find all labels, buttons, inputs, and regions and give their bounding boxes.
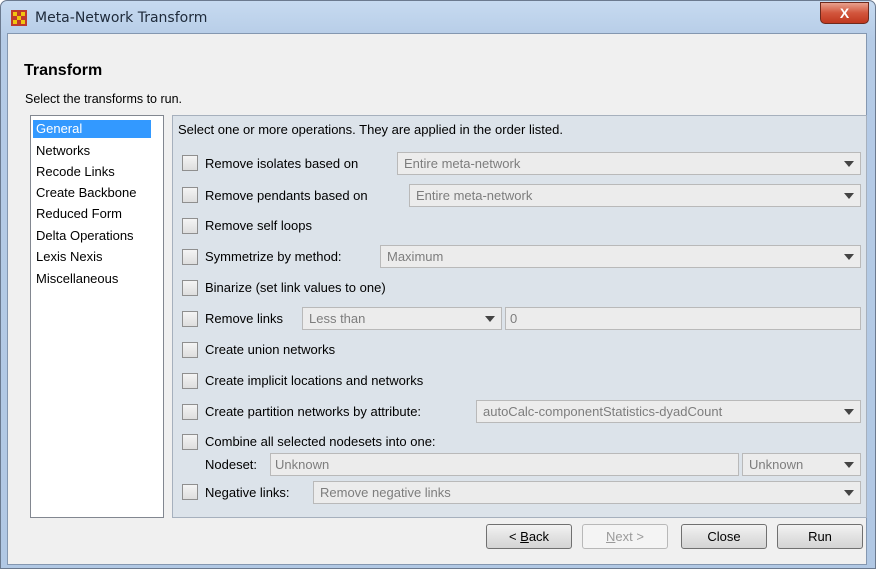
create-partition-label: Create partition networks by attribute:: [205, 404, 422, 419]
chevron-down-icon: [844, 409, 854, 415]
panel-instructions: Select one or more operations. They are …: [178, 122, 563, 137]
app-grid-icon: [11, 10, 27, 26]
back-button-mnemonic: B: [520, 529, 529, 544]
sidebar-item-recode-links[interactable]: Recode Links: [33, 163, 118, 181]
chevron-down-icon: [844, 462, 854, 468]
partition-attribute-value: autoCalc-componentStatistics-dyadCount: [483, 404, 723, 419]
sidebar-item-create-backbone[interactable]: Create Backbone: [33, 184, 139, 202]
next-button-mnemonic: N: [606, 529, 616, 544]
remove-self-loops-label: Remove self loops: [205, 218, 312, 233]
nodeset-type-value: Unknown: [749, 457, 804, 472]
remove-links-checkbox[interactable]: [182, 311, 198, 327]
nodeset-type-select[interactable]: Unknown: [742, 453, 861, 476]
sidebar-item-miscellaneous[interactable]: Miscellaneous: [33, 270, 121, 288]
next-button[interactable]: Next >: [582, 524, 668, 549]
combine-nodesets-checkbox[interactable]: [182, 434, 198, 450]
remove-links-threshold-input[interactable]: 0: [505, 307, 861, 330]
binarize-label: Binarize (set link values to one): [205, 280, 386, 295]
close-icon: X: [839, 5, 850, 21]
chevron-down-icon: [844, 490, 854, 496]
create-implicit-label: Create implicit locations and networks: [205, 373, 424, 388]
symmetrize-method-select[interactable]: Maximum: [380, 245, 861, 268]
run-button[interactable]: Run: [777, 524, 863, 549]
symmetrize-checkbox[interactable]: [182, 249, 198, 265]
close-button[interactable]: Close: [681, 524, 767, 549]
symmetrize-label: Symmetrize by method:: [205, 249, 342, 264]
create-union-networks-label: Create union networks: [205, 342, 336, 357]
symmetrize-method-value: Maximum: [387, 249, 444, 264]
remove-isolates-value: Entire meta-network: [404, 156, 521, 171]
remove-pendants-label: Remove pendants based on: [205, 188, 368, 203]
sidebar-item-general[interactable]: General: [33, 120, 151, 138]
remove-pendants-checkbox[interactable]: [182, 187, 198, 203]
sidebar-item-reduced-form[interactable]: Reduced Form: [33, 205, 125, 223]
category-list: General Networks Recode Links Create Bac…: [30, 115, 164, 518]
remove-isolates-label: Remove isolates based on: [205, 156, 359, 171]
chevron-down-icon: [844, 254, 854, 260]
remove-self-loops-checkbox[interactable]: [182, 218, 198, 234]
remove-pendants-value: Entire meta-network: [416, 188, 533, 203]
window-title: Meta-Network Transform: [35, 10, 208, 26]
remove-isolates-checkbox[interactable]: [182, 155, 198, 171]
nodeset-name-input[interactable]: Unknown: [270, 453, 739, 476]
negative-links-value: Remove negative links: [320, 485, 451, 500]
remove-isolates-select[interactable]: Entire meta-network: [397, 152, 861, 175]
negative-links-label: Negative links:: [205, 485, 290, 500]
partition-attribute-select[interactable]: autoCalc-componentStatistics-dyadCount: [476, 400, 861, 423]
create-partition-checkbox[interactable]: [182, 404, 198, 420]
create-union-networks-checkbox[interactable]: [182, 342, 198, 358]
page-subtitle: Select the transforms to run.: [25, 92, 183, 106]
remove-pendants-select[interactable]: Entire meta-network: [409, 184, 861, 207]
remove-links-label: Remove links: [205, 311, 284, 326]
remove-links-operator-select[interactable]: Less than: [302, 307, 502, 330]
sidebar-item-delta-operations[interactable]: Delta Operations: [33, 227, 137, 245]
back-button[interactable]: < Back: [486, 524, 572, 549]
combine-nodesets-label: Combine all selected nodesets into one:: [205, 434, 436, 449]
negative-links-checkbox[interactable]: [182, 484, 198, 500]
back-button-rest: ack: [528, 529, 550, 544]
window-close-button[interactable]: X: [820, 2, 869, 24]
negative-links-select[interactable]: Remove negative links: [313, 481, 861, 504]
page-title: Transform: [24, 62, 103, 79]
chevron-down-icon: [844, 161, 854, 167]
back-button-prefix: <: [508, 529, 521, 544]
sidebar-item-networks[interactable]: Networks: [33, 142, 93, 160]
create-implicit-checkbox[interactable]: [182, 373, 198, 389]
binarize-checkbox[interactable]: [182, 280, 198, 296]
remove-links-operator-value: Less than: [309, 311, 366, 326]
sidebar-item-lexis-nexis[interactable]: Lexis Nexis: [33, 248, 105, 266]
next-button-rest: ext >: [615, 529, 644, 544]
title-bar[interactable]: Meta-Network Transform X: [1, 1, 875, 35]
nodeset-label: Nodeset:: [205, 457, 258, 472]
chevron-down-icon: [485, 316, 495, 322]
chevron-down-icon: [844, 193, 854, 199]
